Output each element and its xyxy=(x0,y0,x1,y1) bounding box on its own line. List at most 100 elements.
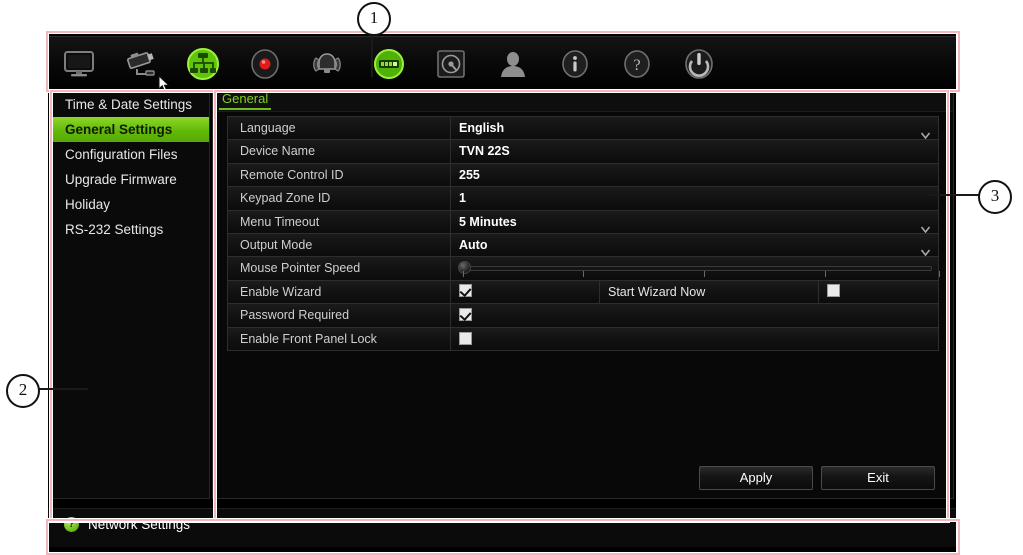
settings-panel: General Language English Device Name TVN… xyxy=(212,89,954,499)
toolbar-display-button[interactable] xyxy=(48,40,110,88)
row-label: Keypad Zone ID xyxy=(228,187,451,210)
form-row-keypad-zone-id[interactable]: Keypad Zone ID 1 xyxy=(227,186,939,210)
device-name-field[interactable]: TVN 22S xyxy=(451,140,938,162)
slider-track xyxy=(461,266,932,272)
sidebar-item-rs232-settings[interactable]: RS-232 Settings xyxy=(53,217,209,242)
content-area: Time & Date Settings General Settings Co… xyxy=(48,89,956,499)
toolbar-record-button[interactable] xyxy=(234,40,296,88)
toolbar-user-button[interactable] xyxy=(482,40,544,88)
help-circle-icon: ? xyxy=(64,517,79,532)
start-wizard-now-checkbox[interactable] xyxy=(827,284,840,297)
form-row-mouse-pointer-speed[interactable]: Mouse Pointer Speed xyxy=(227,256,940,280)
row-label: Device Name xyxy=(228,140,451,163)
sidebar-item-label: General Settings xyxy=(65,122,173,137)
password-required-checkbox[interactable] xyxy=(459,308,472,322)
front-panel-lock-cell[interactable] xyxy=(451,328,938,350)
form-row-front-panel-lock[interactable]: Enable Front Panel Lock xyxy=(227,326,939,351)
alarm-icon xyxy=(307,51,347,77)
language-value: English xyxy=(459,121,505,135)
row-label: Mouse Pointer Speed xyxy=(228,257,451,280)
slider-tick xyxy=(825,271,826,278)
toolbar-alarm-button[interactable] xyxy=(296,40,358,88)
front-panel-lock-checkbox[interactable] xyxy=(459,331,472,345)
sidebar-item-label: RS-232 Settings xyxy=(65,222,164,237)
callout-leader-line xyxy=(928,194,980,196)
nvr-screen: ? Time & Date Settings General Settings … xyxy=(48,33,956,553)
callout-leader-line xyxy=(371,31,373,77)
status-bar-text: Network Settings xyxy=(88,517,191,532)
camera-icon xyxy=(123,50,159,78)
form-row-password-required[interactable]: Password Required xyxy=(227,303,939,327)
sidebar-item-label: Holiday xyxy=(65,197,111,212)
mouse-pointer-speed-slider[interactable] xyxy=(451,257,940,279)
form-row-remote-control-id[interactable]: Remote Control ID 255 xyxy=(227,162,939,187)
slider-tick xyxy=(583,271,584,278)
output-mode-value: Auto xyxy=(459,237,488,252)
storage-icon xyxy=(436,49,466,79)
callout-2: 2 xyxy=(6,374,40,408)
language-select[interactable]: English xyxy=(451,117,938,140)
toolbar-help-button[interactable]: ? xyxy=(606,40,668,88)
row-label: Enable Front Panel Lock xyxy=(228,327,451,350)
power-icon xyxy=(683,48,715,80)
row-label: Menu Timeout xyxy=(228,210,451,233)
start-wizard-now-label: Start Wizard Now xyxy=(600,280,819,304)
remote-control-id-field[interactable]: 255 xyxy=(451,164,938,186)
tab-general[interactable]: General xyxy=(219,91,272,110)
callout-3: 3 xyxy=(978,180,1012,214)
remote-control-id-value: 255 xyxy=(459,167,480,182)
enable-wizard-checkbox-cell[interactable] xyxy=(451,280,600,304)
sidebar-item-holiday[interactable]: Holiday xyxy=(53,192,209,217)
svg-text:?: ? xyxy=(633,57,640,74)
sidebar-item-label: Upgrade Firmware xyxy=(65,172,177,187)
apply-button[interactable]: Apply xyxy=(699,466,813,490)
keypad-zone-id-field[interactable]: 1 xyxy=(451,187,938,209)
main-toolbar[interactable]: ? xyxy=(48,36,956,92)
chevron-down-icon xyxy=(920,241,931,257)
callout-1: 1 xyxy=(357,2,391,36)
row-label: Enable Wizard xyxy=(228,280,451,304)
output-mode-select[interactable]: Auto xyxy=(451,234,938,257)
slider-handle[interactable] xyxy=(458,261,471,275)
start-wizard-now-checkbox-cell[interactable] xyxy=(819,281,938,303)
device-settings-icon xyxy=(371,48,407,80)
menu-timeout-value: 5 Minutes xyxy=(459,214,517,229)
network-icon xyxy=(184,47,222,81)
toolbar-storage-button[interactable] xyxy=(420,40,482,88)
form-row-enable-wizard[interactable]: Enable Wizard Start Wizard Now xyxy=(227,279,939,304)
row-label: Remote Control ID xyxy=(228,163,451,187)
chevron-down-icon xyxy=(920,218,931,233)
form-row-menu-timeout[interactable]: Menu Timeout 5 Minutes xyxy=(227,209,939,233)
sidebar-item-upgrade-firmware[interactable]: Upgrade Firmware xyxy=(53,167,209,192)
sidebar-item-configuration-files[interactable]: Configuration Files xyxy=(53,142,209,167)
callout-leader-line xyxy=(36,388,88,390)
enable-wizard-checkbox[interactable] xyxy=(459,284,472,297)
exit-button[interactable]: Exit xyxy=(821,466,935,490)
form-row-output-mode[interactable]: Output Mode Auto xyxy=(227,232,939,257)
menu-timeout-select[interactable]: 5 Minutes xyxy=(451,211,938,233)
toolbar-info-button[interactable] xyxy=(544,40,606,88)
display-icon xyxy=(62,50,96,78)
toolbar-device-settings-button[interactable] xyxy=(358,40,420,88)
device-name-value: TVN 22S xyxy=(459,144,510,159)
sidebar-item-label: Configuration Files xyxy=(65,147,178,162)
tab-strip: General xyxy=(213,90,953,112)
slider-tick xyxy=(939,271,940,278)
slider-tick xyxy=(704,271,705,278)
toolbar-camera-button[interactable] xyxy=(110,40,172,88)
row-label: Language xyxy=(228,117,451,140)
row-label: Password Required xyxy=(228,304,451,327)
toolbar-network-button[interactable] xyxy=(172,40,234,88)
toolbar-power-button[interactable] xyxy=(668,40,730,88)
settings-sidebar[interactable]: Time & Date Settings General Settings Co… xyxy=(52,91,210,499)
password-required-cell[interactable] xyxy=(451,304,938,326)
status-bar-content: ? Network Settings xyxy=(64,517,190,532)
sidebar-item-general-settings[interactable]: General Settings xyxy=(53,117,209,142)
form-row-device-name[interactable]: Device Name TVN 22S xyxy=(227,139,939,163)
slider-tick xyxy=(463,271,464,278)
form-row-language[interactable]: Language English xyxy=(227,116,939,140)
sidebar-item-time-and-date[interactable]: Time & Date Settings xyxy=(53,92,209,117)
sidebar-item-label: Time & Date Settings xyxy=(65,97,193,112)
row-label: Output Mode xyxy=(228,233,451,257)
dialog-button-row: Apply Exit xyxy=(213,466,953,490)
